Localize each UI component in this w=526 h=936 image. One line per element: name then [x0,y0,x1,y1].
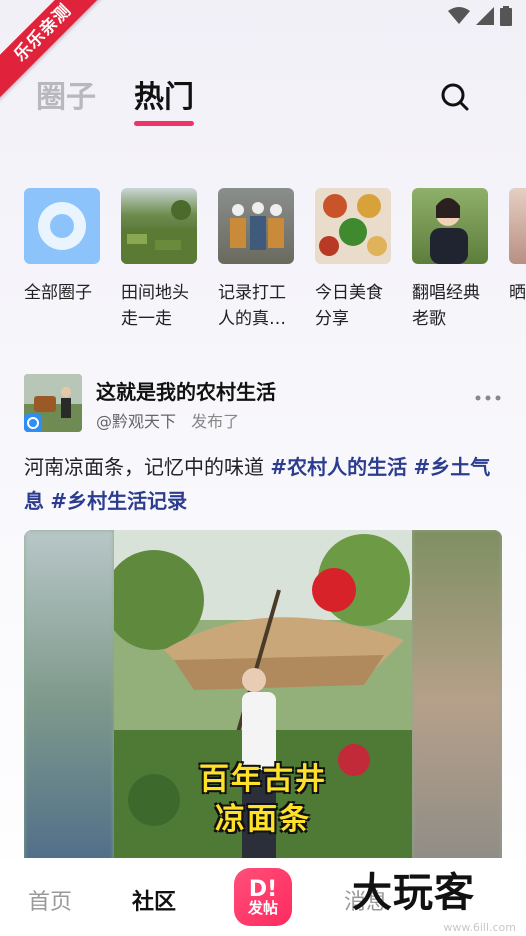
tag-village-record[interactable]: #乡村生活记录 [50,489,187,513]
media-blur-left [24,530,114,870]
watermark: 大玩客 www.6ill.com [352,858,522,936]
more-options-icon[interactable] [474,392,502,404]
tab-hot[interactable]: 热门 [134,72,194,126]
chip-workers[interactable]: 记录打工人的真… [218,188,294,332]
chip-all-circles[interactable]: 全部圈子 [24,188,100,332]
chip-kids[interactable]: 晒孩 [509,188,526,332]
chip-label: 田间地头走一走 [121,283,189,329]
chip-thumb [121,188,197,264]
chip-fields[interactable]: 田间地头走一走 [121,188,197,332]
video-frame: 百年古井 凉面条 [114,530,412,870]
top-tabs: 圈子 热门 [36,72,194,126]
nav-home[interactable]: 首页 [28,884,72,916]
author-name[interactable]: @黔观天下 [96,412,176,431]
video-caption-line1: 百年古井 [199,762,327,797]
chip-label: 翻唱经典老歌 [412,283,480,329]
post-header: 这就是我的农村生活 @黔观天下 发布了 [24,374,504,434]
post-button[interactable]: D! 发帖 [234,868,292,926]
singer-image [430,198,468,264]
avatar[interactable] [24,374,82,432]
chip-thumb [509,188,526,264]
signal-icon [476,7,494,25]
circle-chips: 全部圈子 田间地头走一走 记录打工人的真… 今日美食分享 翻唱经典老歌 晒 [24,188,526,332]
post-video[interactable]: 百年古井 凉面条 [24,530,502,870]
post-button-label: 发帖 [247,899,278,917]
field-image [121,200,197,264]
video-caption-line2: 凉面条 [215,802,311,837]
workers-image [230,202,284,250]
tab-circles[interactable]: 圈子 [36,72,96,124]
food-image [319,194,387,256]
status-icons [448,6,512,26]
chip-thumb [315,188,391,264]
chip-thumb [24,188,100,264]
watermark-url: www.6ill.com [443,921,516,934]
circle-chat-icon [38,202,86,250]
wifi-icon [448,7,470,24]
post-body: 河南凉面条，记忆中的味道 [24,455,271,479]
media-blur-right [412,530,502,870]
chip-songs[interactable]: 翻唱经典老歌 [412,188,488,332]
chip-thumb [412,188,488,264]
publish-action: 发布了 [191,412,240,431]
search-icon[interactable] [440,82,470,112]
chip-label: 今日美食分享 [315,283,383,329]
chip-label: 全部圈子 [24,283,92,303]
chip-label: 晒孩 [509,283,526,303]
battery-icon [500,6,512,26]
nav-community[interactable]: 社区 [132,884,176,916]
chip-thumb [218,188,294,264]
chip-label: 记录打工人的真… [218,283,286,329]
app-screen: 乐乐亲测 圈子 热门 全部圈子 田间地头走一走 记录打工人的真… 今日美食分享 … [0,0,526,936]
post-text: 河南凉面条，记忆中的味道 #农村人的生活 #乡土气息 #乡村生活记录 [24,450,506,518]
circle-badge-icon [24,414,42,432]
chip-food[interactable]: 今日美食分享 [315,188,391,332]
post-title[interactable]: 这就是我的农村生活 [96,376,276,405]
post-author-line: @黔观天下 发布了 [96,408,239,432]
watermark-brand: 大玩客 [352,870,475,916]
tag-rural-life[interactable]: #农村人的生活 [270,455,407,479]
